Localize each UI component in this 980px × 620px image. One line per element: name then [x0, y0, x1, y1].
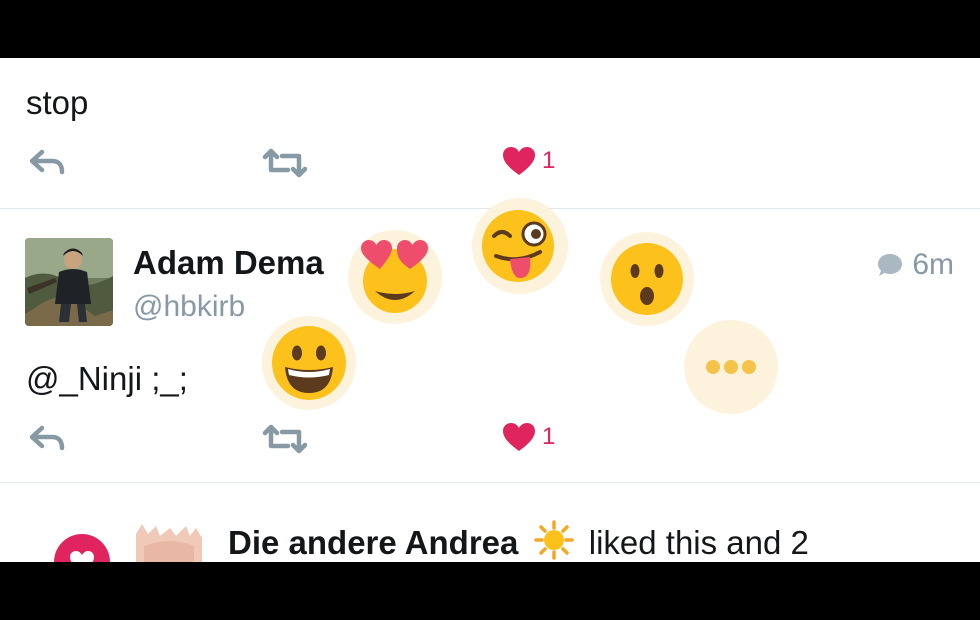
time-label: 6m [912, 248, 954, 281]
sun-emoji [533, 520, 574, 560]
timeline: stop 1 Adam Dema @hbkirb 6m @_Ninji ;_; … [0, 58, 980, 562]
avatar[interactable] [25, 238, 113, 326]
like-notification-text: Die andere Andrea liked this and 2 [228, 520, 809, 562]
reply-button[interactable] [28, 424, 66, 452]
author-handle[interactable]: @hbkirb [133, 290, 245, 324]
speech-bubble-icon [878, 254, 903, 276]
notification-suffix: liked this and 2 [588, 524, 809, 561]
surprised-emoji [611, 243, 683, 315]
author-name[interactable]: Adam Dema [133, 244, 324, 282]
retweet-icon [262, 148, 308, 178]
like-count: 1 [542, 147, 556, 174]
heart-icon [70, 551, 94, 562]
like-count: 1 [542, 423, 556, 450]
tweet-actions: 1 [0, 142, 980, 182]
reply-button[interactable] [28, 148, 66, 176]
like-button[interactable]: 1 [502, 146, 555, 176]
divider [0, 482, 980, 483]
like-button[interactable]: 1 [502, 422, 555, 452]
reaction-surprised[interactable] [600, 232, 694, 326]
tweet-actions: 1 [0, 418, 980, 458]
tweet-timestamp: 6m [876, 248, 954, 282]
heart-icon [503, 147, 535, 175]
notification-user-name[interactable]: Die andere Andrea [228, 524, 518, 561]
more-ellipsis-icon [706, 360, 756, 374]
reaction-more[interactable] [684, 320, 778, 414]
grinning-emoji [272, 326, 346, 400]
reaction-heart-eyes[interactable] [348, 230, 442, 324]
reply-icon [29, 149, 65, 175]
heart-icon [503, 423, 535, 451]
reply-icon [29, 425, 65, 451]
avatar[interactable] [130, 524, 208, 562]
tweet-text: @_Ninji ;_; [26, 360, 188, 397]
like-notification-badge [54, 534, 110, 562]
retweet-button[interactable] [262, 148, 308, 178]
winking-tongue-emoji [482, 210, 554, 282]
heart-eyes-emoji [361, 240, 428, 313]
retweet-button[interactable] [262, 424, 308, 454]
retweet-icon [262, 424, 308, 454]
reaction-wink-tongue[interactable] [472, 198, 568, 294]
tweet-text: stop [26, 84, 89, 121]
reaction-grinning[interactable] [262, 316, 356, 410]
